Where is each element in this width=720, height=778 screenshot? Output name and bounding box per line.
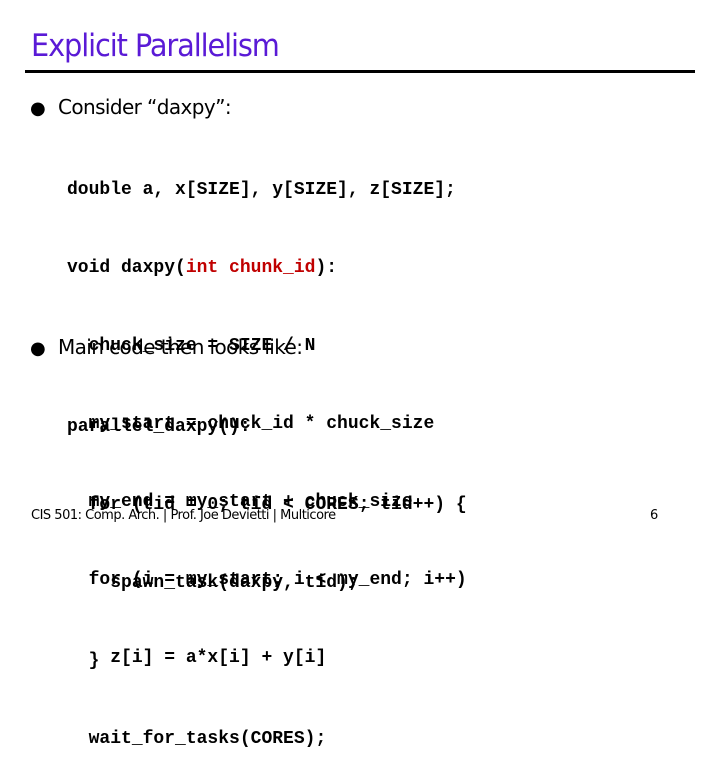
code-line: double a, x[SIZE], y[SIZE], z[SIZE]; bbox=[67, 180, 456, 200]
slide-title: Explicit Parallelism bbox=[31, 28, 280, 64]
bullet-text: Consider “daxpy”: bbox=[58, 95, 232, 119]
page-number: 6 bbox=[650, 508, 659, 523]
bullet-text: Main code then looks like: bbox=[58, 335, 303, 359]
code-block-parallel-daxpy: parallel_daxpy(): for (tid = 0; tid < CO… bbox=[67, 362, 467, 778]
code-line: wait_for_tasks(CORES); bbox=[88, 729, 327, 749]
bullet-dot-icon: ● bbox=[30, 98, 46, 119]
bullet-dot-icon: ● bbox=[30, 338, 46, 359]
footer-text: CIS 501: Comp. Arch. | Prof. Joe Deviett… bbox=[31, 508, 336, 523]
bullet-consider-daxpy: ● Consider “daxpy”: bbox=[30, 95, 232, 119]
code-line: spawn_task(daxpy, tid); bbox=[110, 573, 359, 593]
code-line: } bbox=[88, 651, 100, 671]
bullet-main-code: ● Main code then looks like: bbox=[30, 335, 303, 359]
highlighted-parameter: int chunk_id bbox=[185, 258, 316, 278]
code-line: void daxpy(int chunk_id): bbox=[67, 258, 338, 278]
title-divider bbox=[25, 70, 695, 73]
code-line: parallel_daxpy(): bbox=[67, 417, 251, 437]
